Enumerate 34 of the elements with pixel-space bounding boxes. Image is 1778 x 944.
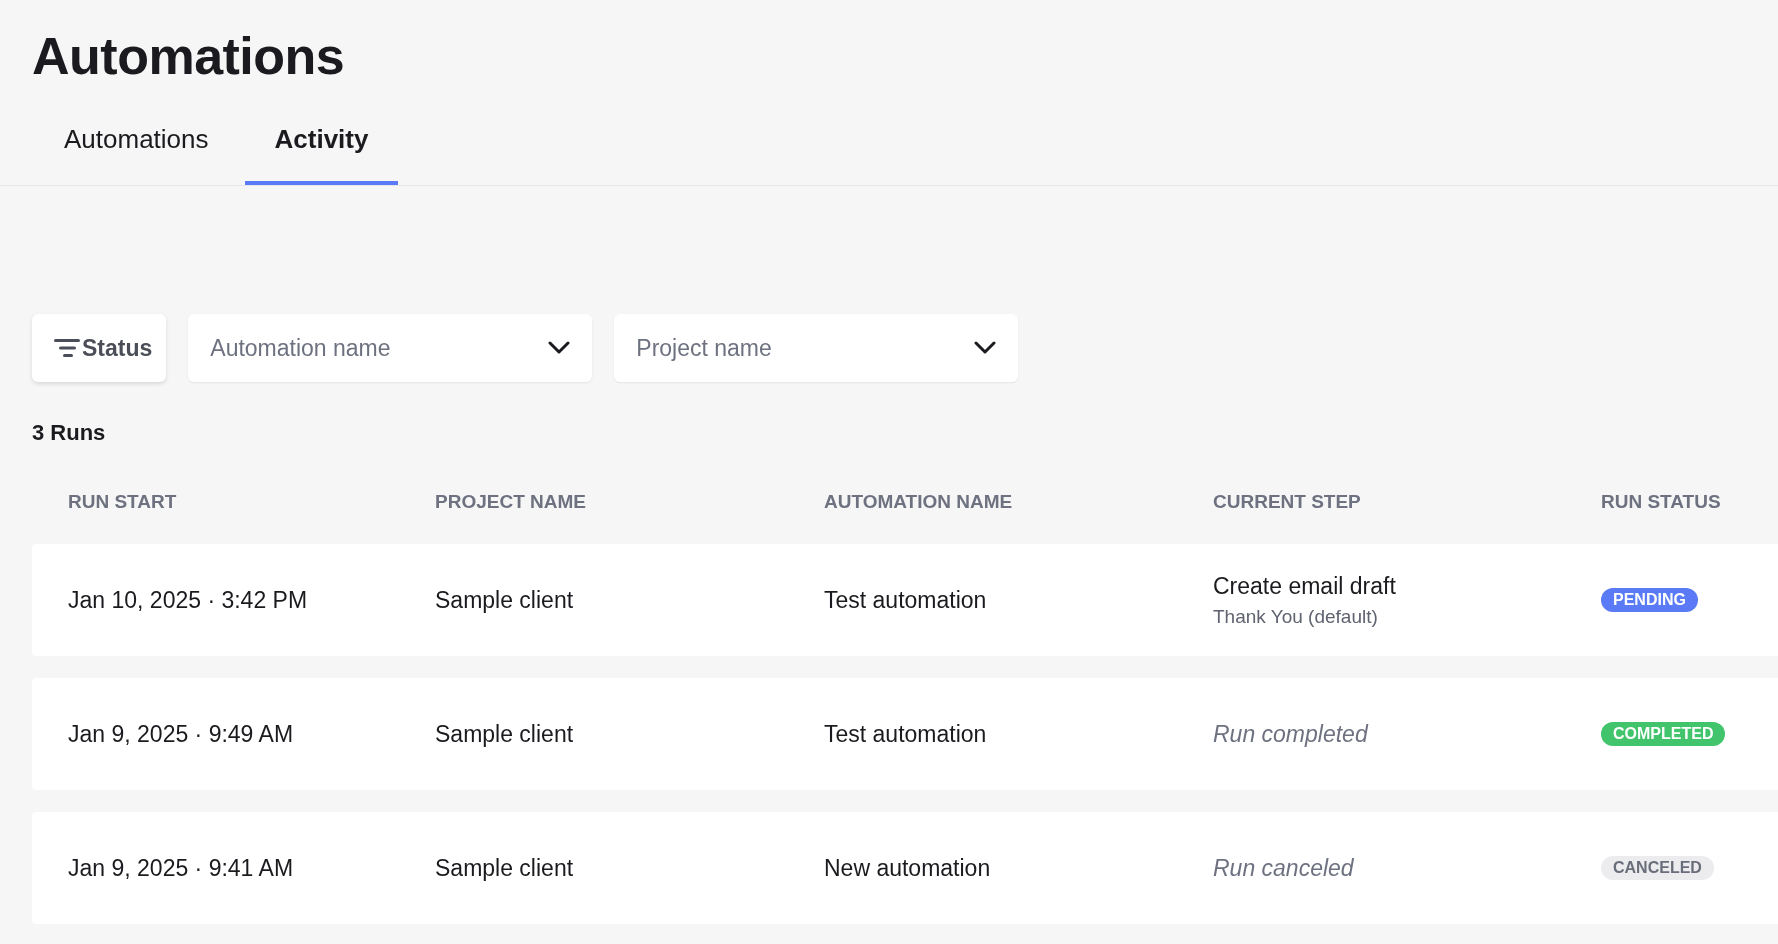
- run-row[interactable]: Jan 9, 2025 · 9:49 AM Sample client Test automation Run completed COMPLETED: [32, 678, 1778, 790]
- chevron-down-icon[interactable]: [974, 341, 997, 355]
- status-badge: CANCELED: [1601, 856, 1714, 880]
- table-cell-text: Jan 9, 2025 · 9:49 AM: [68, 720, 295, 748]
- dropdown-field[interactable]: Project name: [614, 314, 1019, 382]
- table-cell-text: Sample client: [435, 854, 575, 882]
- step-detail: Thank You (default): [1213, 605, 1379, 628]
- status-filter-button[interactable]: Status: [32, 314, 167, 382]
- status-badge: PENDING: [1601, 588, 1698, 612]
- column-header: PROJECT NAME: [435, 491, 587, 513]
- status-badge: COMPLETED: [1601, 722, 1726, 746]
- table-cell-text: Test automation: [824, 720, 988, 748]
- table-cell-text: Jan 10, 2025 · 3:42 PM: [68, 586, 309, 614]
- column-header: RUN START: [68, 491, 178, 513]
- tab[interactable]: Automations: [34, 114, 239, 185]
- run-row[interactable]: Jan 9, 2025 · 9:41 AM Sample client New automation Run canceled CANCELED: [32, 812, 1778, 924]
- filter-icon: [54, 338, 80, 358]
- page-title: Automations: [31, 26, 346, 87]
- column-header: RUN STATUS: [1601, 491, 1722, 513]
- table-cell-text: New automation: [824, 854, 992, 882]
- table-cell-text: Sample client: [435, 720, 575, 748]
- table-cell-text: Jan 9, 2025 · 9:41 AM: [68, 854, 295, 882]
- tab[interactable]: Activity: [244, 114, 399, 185]
- table-cell-text: Sample client: [435, 586, 575, 614]
- step-note: Run canceled: [1213, 854, 1355, 882]
- run-count: 3 Runs: [31, 419, 107, 446]
- column-header: CURRENT STEP: [1213, 491, 1362, 513]
- column-header: AUTOMATION NAME: [824, 491, 1014, 513]
- chevron-down-icon[interactable]: [548, 341, 571, 355]
- table-cell-text: Test automation: [824, 586, 988, 614]
- step-note: Run completed: [1213, 720, 1370, 748]
- step-title: Create email draft: [1213, 572, 1397, 600]
- dropdown-field[interactable]: Automation name: [188, 314, 593, 382]
- run-row[interactable]: Jan 10, 2025 · 3:42 PM Sample client Test automation Create email draft Thank You (default) PENDING: [32, 544, 1778, 656]
